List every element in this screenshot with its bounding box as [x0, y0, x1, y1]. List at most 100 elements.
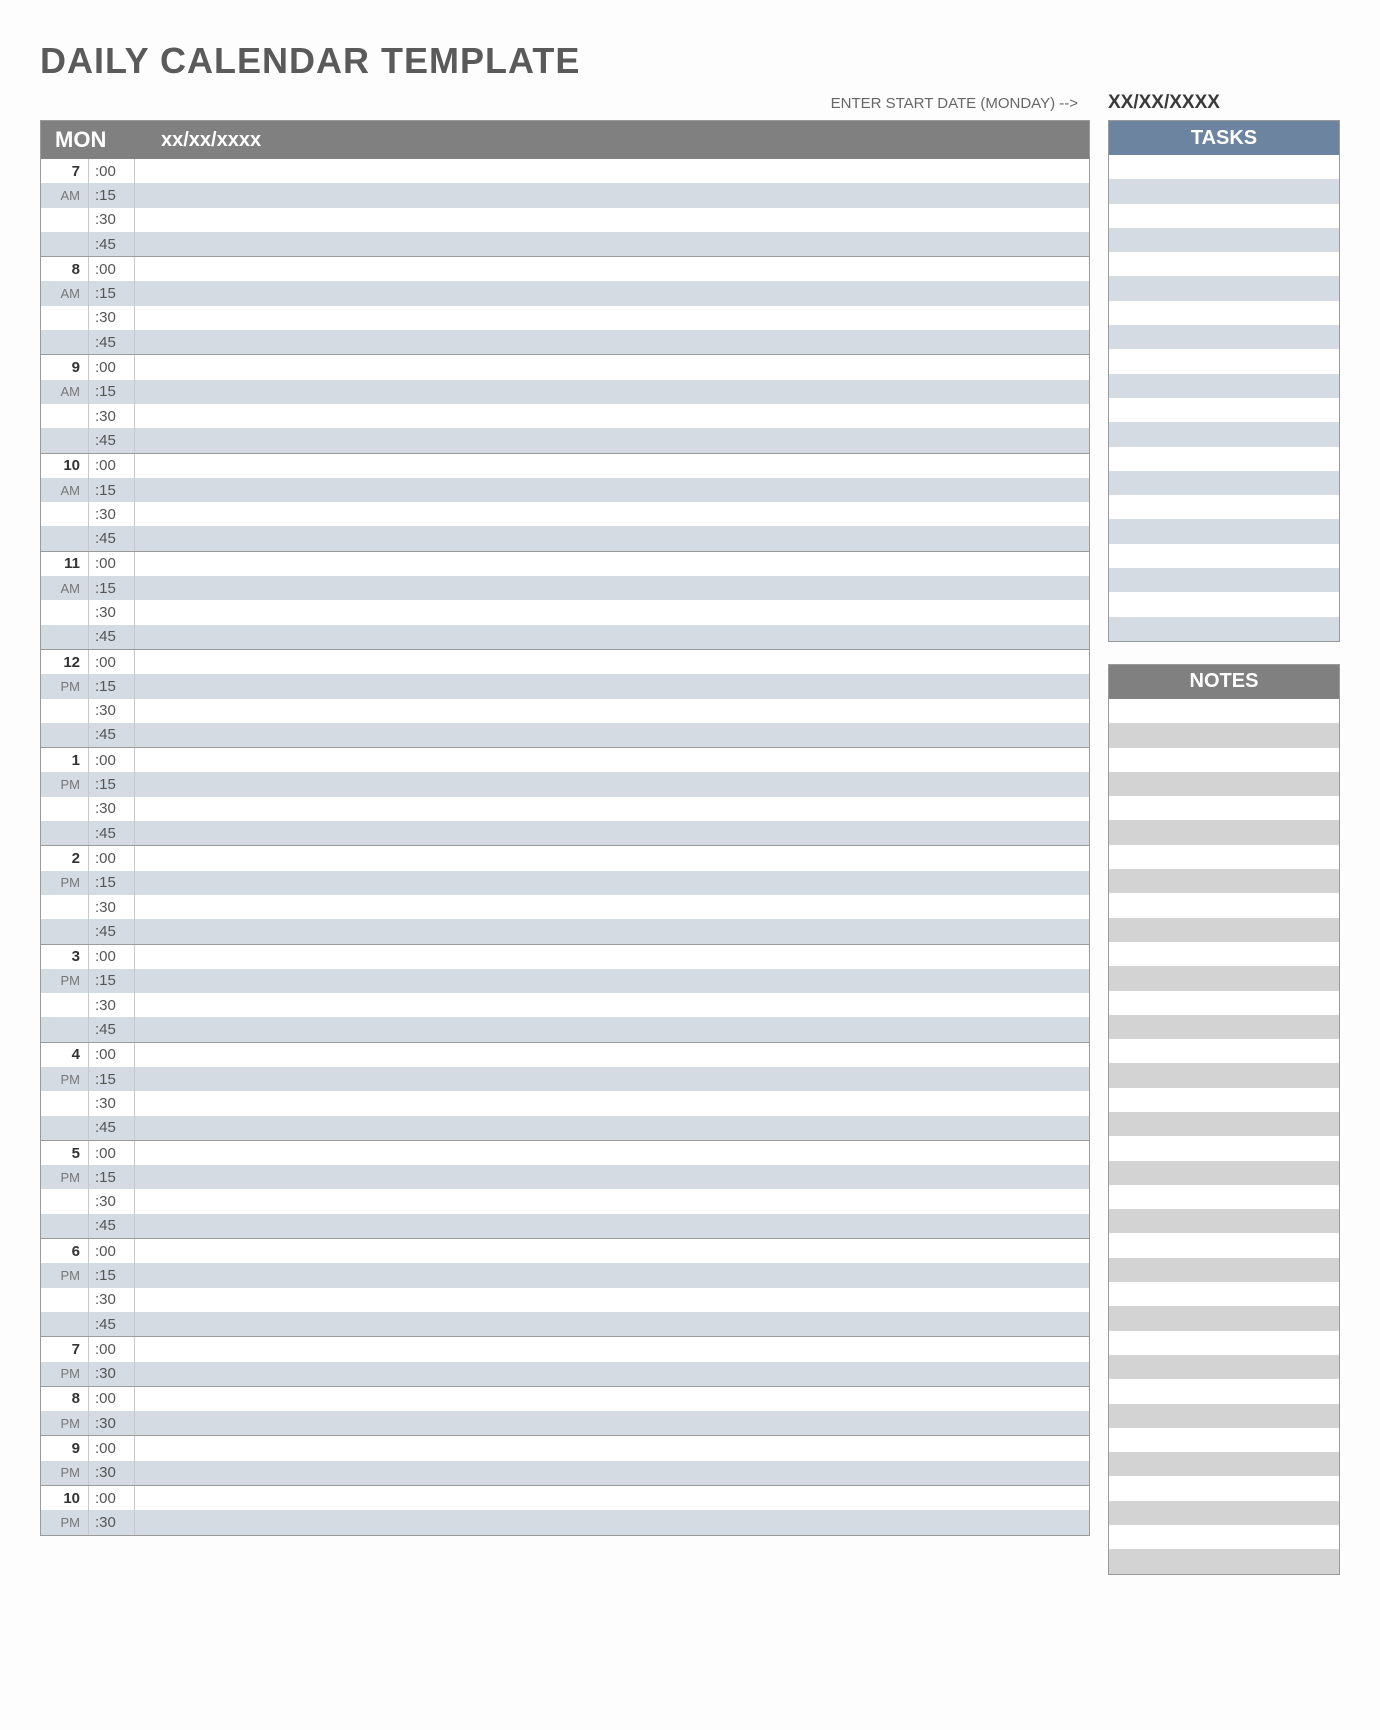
slot-content[interactable]: [135, 821, 1089, 845]
task-row[interactable]: [1109, 252, 1339, 276]
slot-content[interactable]: [135, 699, 1089, 723]
note-row[interactable]: [1109, 1112, 1339, 1136]
slot-content[interactable]: [135, 355, 1089, 379]
task-row[interactable]: [1109, 301, 1339, 325]
slot-content[interactable]: [135, 183, 1089, 207]
time-slot[interactable]: PM:15: [41, 674, 1089, 698]
task-row[interactable]: [1109, 276, 1339, 300]
time-slot[interactable]: 4:00: [41, 1043, 1089, 1067]
note-row[interactable]: [1109, 1306, 1339, 1330]
slot-content[interactable]: [135, 1461, 1089, 1485]
slot-content[interactable]: [135, 1362, 1089, 1386]
slot-content[interactable]: [135, 1043, 1089, 1067]
time-slot[interactable]: PM:15: [41, 1067, 1089, 1091]
time-slot[interactable]: :45: [41, 723, 1089, 747]
time-slot[interactable]: AM:15: [41, 281, 1089, 305]
task-row[interactable]: [1109, 422, 1339, 446]
time-slot[interactable]: :30: [41, 1091, 1089, 1115]
slot-content[interactable]: [135, 969, 1089, 993]
note-row[interactable]: [1109, 918, 1339, 942]
slot-content[interactable]: [135, 723, 1089, 747]
time-slot[interactable]: 9:00: [41, 1436, 1089, 1460]
note-row[interactable]: [1109, 1209, 1339, 1233]
note-row[interactable]: [1109, 1355, 1339, 1379]
slot-content[interactable]: [135, 1510, 1089, 1534]
task-row[interactable]: [1109, 592, 1339, 616]
time-slot[interactable]: PM:30: [41, 1362, 1089, 1386]
time-slot[interactable]: :45: [41, 232, 1089, 256]
slot-content[interactable]: [135, 993, 1089, 1017]
slot-content[interactable]: [135, 1411, 1089, 1435]
slot-content[interactable]: [135, 919, 1089, 943]
time-slot[interactable]: 12:00: [41, 650, 1089, 674]
time-slot[interactable]: 10:00: [41, 1486, 1089, 1510]
slot-content[interactable]: [135, 454, 1089, 478]
note-row[interactable]: [1109, 1039, 1339, 1063]
slot-content[interactable]: [135, 748, 1089, 772]
note-row[interactable]: [1109, 772, 1339, 796]
slot-content[interactable]: [135, 281, 1089, 305]
slot-content[interactable]: [135, 478, 1089, 502]
task-row[interactable]: [1109, 495, 1339, 519]
slot-content[interactable]: [135, 380, 1089, 404]
slot-content[interactable]: [135, 1263, 1089, 1287]
note-row[interactable]: [1109, 1428, 1339, 1452]
slot-content[interactable]: [135, 772, 1089, 796]
slot-content[interactable]: [135, 1189, 1089, 1213]
note-row[interactable]: [1109, 1452, 1339, 1476]
note-row[interactable]: [1109, 991, 1339, 1015]
slot-content[interactable]: [135, 159, 1089, 183]
time-slot[interactable]: 8:00: [41, 1387, 1089, 1411]
slot-content[interactable]: [135, 1436, 1089, 1460]
time-slot[interactable]: :30: [41, 1288, 1089, 1312]
task-row[interactable]: [1109, 374, 1339, 398]
slot-content[interactable]: [135, 625, 1089, 649]
time-slot[interactable]: :45: [41, 428, 1089, 452]
task-row[interactable]: [1109, 179, 1339, 203]
note-row[interactable]: [1109, 1404, 1339, 1428]
time-slot[interactable]: PM:15: [41, 871, 1089, 895]
slot-content[interactable]: [135, 871, 1089, 895]
slot-content[interactable]: [135, 330, 1089, 354]
time-slot[interactable]: 6:00: [41, 1239, 1089, 1263]
note-row[interactable]: [1109, 796, 1339, 820]
time-slot[interactable]: :45: [41, 526, 1089, 550]
slot-content[interactable]: [135, 232, 1089, 256]
time-slot[interactable]: :45: [41, 330, 1089, 354]
slot-content[interactable]: [135, 1091, 1089, 1115]
slot-content[interactable]: [135, 895, 1089, 919]
time-slot[interactable]: 7:00: [41, 1337, 1089, 1361]
time-slot[interactable]: :30: [41, 1189, 1089, 1213]
task-row[interactable]: [1109, 155, 1339, 179]
task-row[interactable]: [1109, 519, 1339, 543]
slot-content[interactable]: [135, 600, 1089, 624]
task-row[interactable]: [1109, 544, 1339, 568]
note-row[interactable]: [1109, 1136, 1339, 1160]
slot-content[interactable]: [135, 945, 1089, 969]
slot-content[interactable]: [135, 502, 1089, 526]
time-slot[interactable]: PM:15: [41, 1165, 1089, 1189]
slot-content[interactable]: [135, 1239, 1089, 1263]
slot-content[interactable]: [135, 1017, 1089, 1041]
task-row[interactable]: [1109, 471, 1339, 495]
task-row[interactable]: [1109, 349, 1339, 373]
slot-content[interactable]: [135, 1387, 1089, 1411]
time-slot[interactable]: :30: [41, 895, 1089, 919]
slot-content[interactable]: [135, 1288, 1089, 1312]
note-row[interactable]: [1109, 942, 1339, 966]
start-date-value[interactable]: XX/XX/XXXX: [1108, 92, 1340, 114]
note-row[interactable]: [1109, 1525, 1339, 1549]
time-slot[interactable]: 5:00: [41, 1141, 1089, 1165]
note-row[interactable]: [1109, 1185, 1339, 1209]
time-slot[interactable]: 1:00: [41, 748, 1089, 772]
slot-content[interactable]: [135, 208, 1089, 232]
time-slot[interactable]: PM:30: [41, 1461, 1089, 1485]
time-slot[interactable]: PM:15: [41, 1263, 1089, 1287]
task-row[interactable]: [1109, 325, 1339, 349]
slot-content[interactable]: [135, 650, 1089, 674]
task-row[interactable]: [1109, 447, 1339, 471]
time-slot[interactable]: AM:15: [41, 478, 1089, 502]
slot-content[interactable]: [135, 797, 1089, 821]
time-slot[interactable]: 3:00: [41, 945, 1089, 969]
note-row[interactable]: [1109, 845, 1339, 869]
